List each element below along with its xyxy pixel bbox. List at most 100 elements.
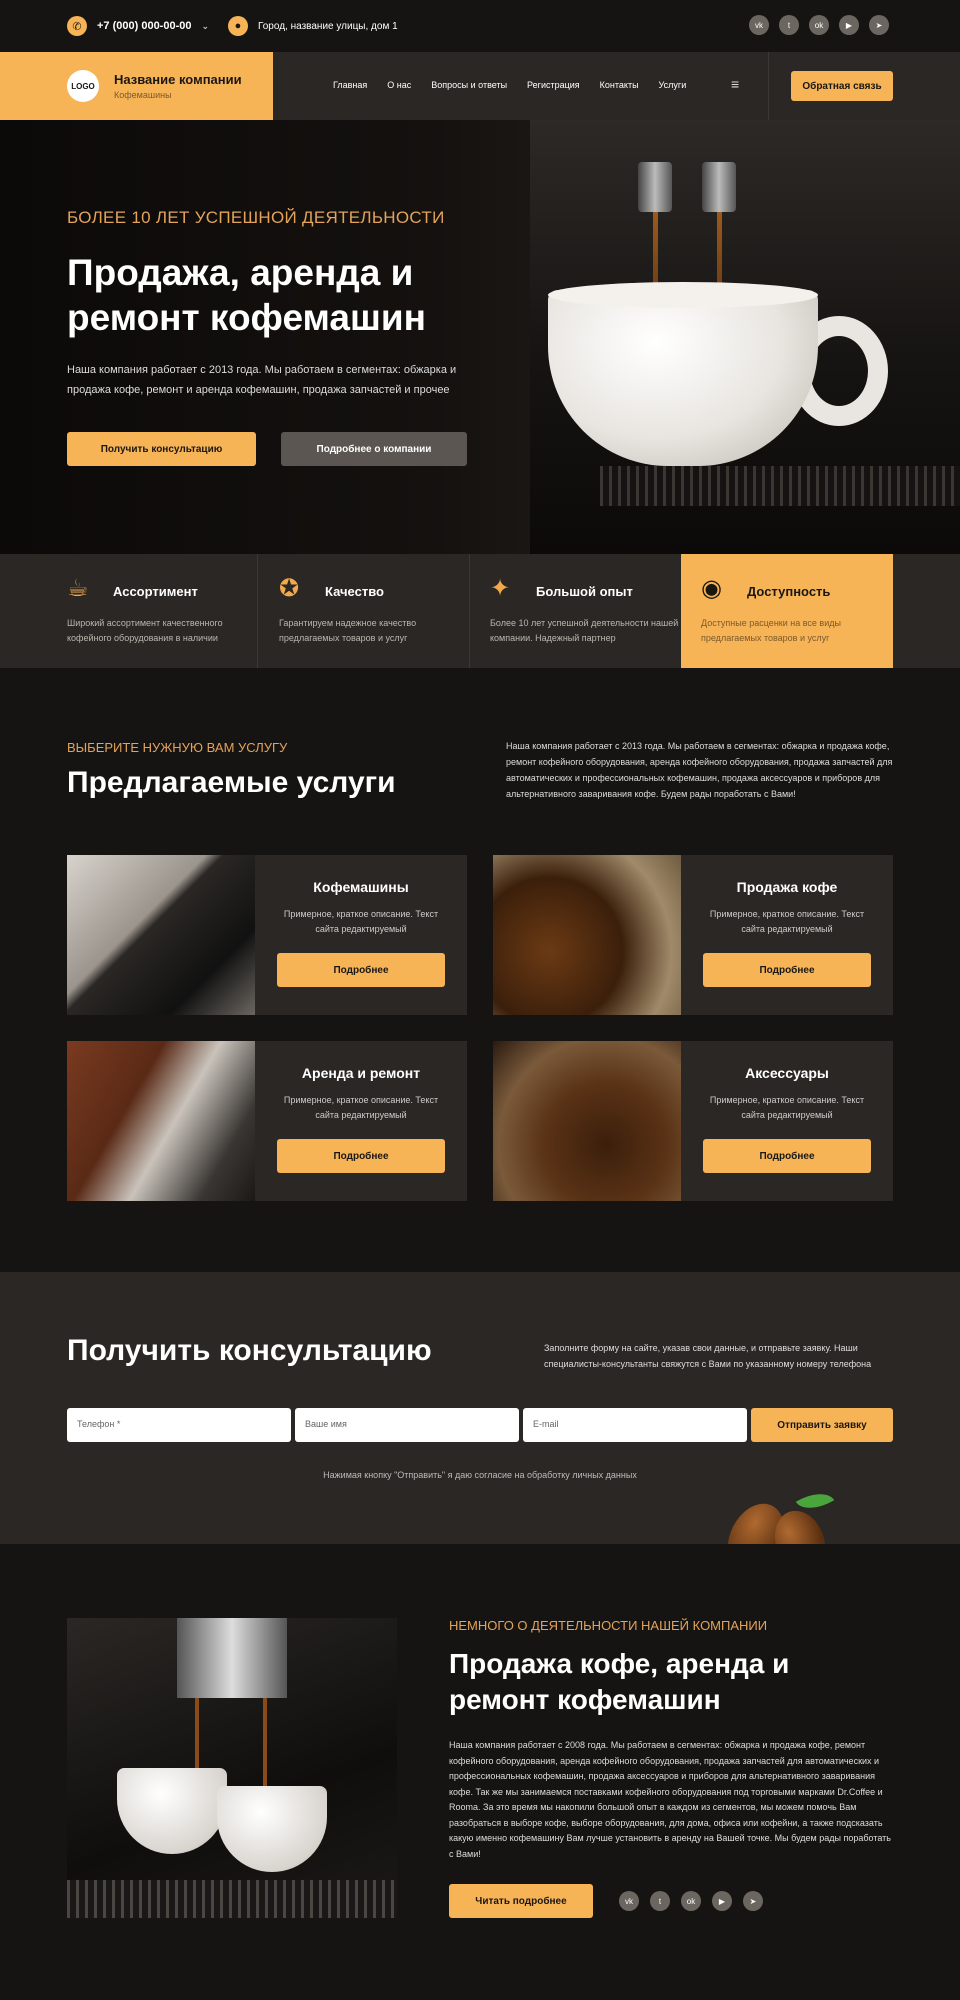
twitter-icon[interactable]: t xyxy=(779,15,799,35)
name-field[interactable]: Ваше имя xyxy=(295,1408,519,1442)
main-menu: Главная О нас Вопросы и ответы Регистрац… xyxy=(333,80,686,90)
card-text: Примерное, краткое описание. Текст сайта… xyxy=(709,1095,865,1120)
menu-item-registration[interactable]: Регистрация xyxy=(527,80,580,90)
coffee-stream xyxy=(263,1698,267,1798)
read-more-button[interactable]: Читать подробнее xyxy=(449,1884,593,1918)
consultation-title: Получить консультацию xyxy=(67,1334,432,1367)
menu-item-faq[interactable]: Вопросы и ответы xyxy=(431,80,507,90)
feature-text: Гарантируем надежное качество предлагаем… xyxy=(279,618,417,643)
service-card-coffee[interactable]: Продажа кофе Примерное, краткое описание… xyxy=(493,855,893,1015)
nav-divider xyxy=(768,52,769,120)
card-title: Кофемашины xyxy=(313,879,409,895)
vk-icon[interactable]: vk xyxy=(749,15,769,35)
feature-title: Качество xyxy=(325,584,384,599)
card-more-button[interactable]: Подробнее xyxy=(703,1139,871,1173)
about-kicker: НЕМНОГО О ДЕЯТЕЛЬНОСТИ НАШЕЙ КОМПАНИИ xyxy=(449,1618,768,1633)
espresso-cup xyxy=(117,1768,227,1854)
feature-text: Более 10 лет успешной деятельности нашей… xyxy=(490,618,679,643)
coffee-beans-photo xyxy=(493,855,681,1015)
coffee-machine-icon: ☕ xyxy=(67,575,89,602)
feedback-button[interactable]: Обратная связь xyxy=(791,71,893,101)
espresso-cup xyxy=(217,1786,327,1872)
email-field[interactable]: E-mail xyxy=(523,1408,747,1442)
services-description: Наша компания работает с 2013 года. Мы р… xyxy=(506,741,893,799)
location-pin-icon: ● xyxy=(228,16,248,36)
coffee-machine-photo xyxy=(67,855,255,1015)
phone-icon: ✆ xyxy=(67,16,87,36)
service-card-machines[interactable]: Кофемашины Примерное, краткое описание. … xyxy=(67,855,467,1015)
card-more-button[interactable]: Подробнее xyxy=(277,953,445,987)
about-title: Продажа кофе, аренда и ремонт кофемашин xyxy=(449,1648,790,1715)
top-bar: ✆ +7 (000) 000-00-00 ⌄ ● Город, название… xyxy=(0,0,960,52)
address-text: Город, название улицы, дом 1 xyxy=(258,20,398,32)
telegram-icon[interactable]: ➤ xyxy=(869,15,889,35)
consent-note: Нажимая кнопку "Отправить" я даю согласи… xyxy=(323,1470,637,1480)
get-consultation-button[interactable]: Получить консультацию xyxy=(67,432,256,466)
card-title: Продажа кофе xyxy=(736,879,838,895)
vk-icon[interactable]: vk xyxy=(619,1891,639,1911)
feature-title: Большой опыт xyxy=(536,584,633,599)
phone-number[interactable]: +7 (000) 000-00-00 xyxy=(97,20,191,32)
nozzle-left xyxy=(638,162,672,212)
main-header: LOGO Название компании Кофемашины Главна… xyxy=(0,52,960,120)
odnoklassniki-icon[interactable]: ok xyxy=(809,15,829,35)
card-title: Аксессуары xyxy=(745,1065,829,1081)
feature-divider xyxy=(469,554,470,668)
hamburger-menu-icon[interactable]: ≡ xyxy=(731,76,739,92)
service-card-rent-repair[interactable]: Аренда и ремонт Примерное, краткое описа… xyxy=(67,1041,467,1201)
service-card-accessories[interactable]: Аксессуары Примерное, краткое описание. … xyxy=(493,1041,893,1201)
feature-text: Доступные расценки на все виды предлагае… xyxy=(701,618,841,643)
feature-title: Доступность xyxy=(747,584,831,599)
card-text: Примерное, краткое описание. Текст сайта… xyxy=(709,909,865,934)
feature-quality: ✪ Качество Гарантируем надежное качество… xyxy=(279,554,491,668)
experience-icon: ✦ xyxy=(490,575,511,602)
accessories-photo xyxy=(493,1041,681,1201)
award-icon: ✪ xyxy=(279,575,300,602)
address: ● Город, название улицы, дом 1 xyxy=(228,16,398,36)
card-text: Примерное, краткое описание. Текст сайта… xyxy=(283,1095,439,1120)
espresso-cups-photo xyxy=(67,1618,397,1918)
youtube-icon[interactable]: ▶ xyxy=(839,15,859,35)
telegram-icon[interactable]: ➤ xyxy=(743,1891,763,1911)
twitter-icon[interactable]: t xyxy=(650,1891,670,1911)
feature-text: Широкий ассортимент качественного кофейн… xyxy=(67,618,223,643)
card-more-button[interactable]: Подробнее xyxy=(277,1139,445,1173)
phone-field[interactable]: Телефон * xyxy=(67,1408,291,1442)
menu-item-home[interactable]: Главная xyxy=(333,80,367,90)
chevron-down-icon[interactable]: ⌄ xyxy=(201,21,209,32)
menu-item-about[interactable]: О нас xyxy=(387,80,411,90)
feature-title: Ассортимент xyxy=(113,584,198,599)
drip-tray xyxy=(67,1880,397,1918)
menu-item-contacts[interactable]: Контакты xyxy=(600,80,639,90)
card-more-button[interactable]: Подробнее xyxy=(703,953,871,987)
odnoklassniki-icon[interactable]: ok xyxy=(681,1891,701,1911)
services-title: Предлагаемые услуги xyxy=(67,766,396,799)
feature-affordability: ◉ Доступность Доступные расценки на все … xyxy=(701,554,913,668)
hero-section: БОЛЕЕ 10 ЛЕТ УСПЕШНОЙ ДЕЯТЕЛЬНОСТИ Прода… xyxy=(0,120,960,554)
feature-experience: ✦ Большой опыт Более 10 лет успешной дея… xyxy=(490,554,702,668)
services-kicker: ВЫБЕРИТЕ НУЖНУЮ ВАМ УСЛУГУ xyxy=(67,740,288,755)
submit-request-button[interactable]: Отправить заявку xyxy=(751,1408,893,1442)
feature-divider xyxy=(257,554,258,668)
phone-contact[interactable]: ✆ +7 (000) 000-00-00 ⌄ xyxy=(67,16,209,36)
piggy-bank-icon: ◉ xyxy=(701,575,722,602)
cup-rim xyxy=(548,282,818,308)
consultation-description: Заполните форму на сайте, указав свои да… xyxy=(544,1343,872,1369)
youtube-icon[interactable]: ▶ xyxy=(712,1891,732,1911)
machine-head xyxy=(177,1618,287,1698)
drip-tray xyxy=(600,466,960,506)
repair-photo xyxy=(67,1041,255,1201)
logo[interactable]: LOGO xyxy=(67,70,99,102)
card-text: Примерное, краткое описание. Текст сайта… xyxy=(283,909,439,934)
about-description: Наша компания работает с 2008 года. Мы р… xyxy=(449,1740,891,1859)
hero-kicker: БОЛЕЕ 10 ЛЕТ УСПЕШНОЙ ДЕЯТЕЛЬНОСТИ xyxy=(67,208,445,227)
about-company-button[interactable]: Подробнее о компании xyxy=(281,432,467,466)
brand-block[interactable]: LOGO Название компании Кофемашины xyxy=(0,52,273,120)
menu-item-services[interactable]: Услуги xyxy=(659,80,687,90)
feature-assortment: ☕ Ассортимент Широкий ассортимент качест… xyxy=(67,554,279,668)
hero-description: Наша компания работает с 2013 года. Мы р… xyxy=(67,364,457,396)
company-subtitle: Кофемашины xyxy=(114,90,172,100)
about-social-links: vk t ok ▶ ➤ xyxy=(619,1891,763,1911)
social-links: vk t ok ▶ ➤ xyxy=(749,15,889,35)
hero-title: Продажа, аренда и ремонт кофемашин xyxy=(67,252,426,338)
